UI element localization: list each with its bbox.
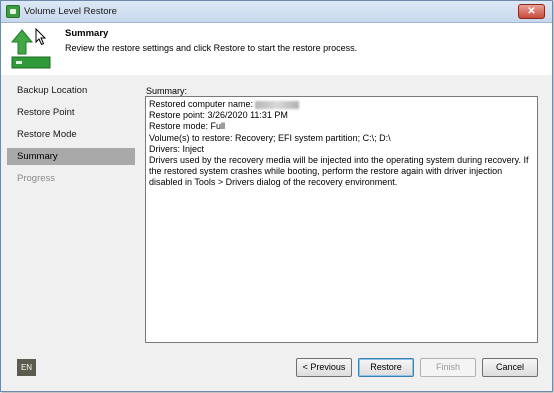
app-icon — [6, 5, 20, 18]
wizard-header: Summary Review the restore settings and … — [1, 23, 552, 75]
previous-button[interactable]: < Previous — [296, 358, 352, 377]
cancel-button[interactable]: Cancel — [482, 358, 538, 377]
close-button[interactable]: ✕ — [518, 4, 545, 19]
summary-line-drivers: Drivers: Inject — [149, 143, 205, 154]
summary-line-computer-name: Restored computer name: — [149, 99, 534, 110]
step-summary[interactable]: Summary — [7, 148, 135, 165]
redacted-computer-name — [255, 100, 300, 109]
page-description: Review the restore settings and click Re… — [65, 43, 358, 53]
window-title: Volume Level Restore — [24, 6, 117, 17]
step-restore-point[interactable]: Restore Point — [7, 104, 135, 121]
finish-button: Finish — [420, 358, 476, 377]
restore-up-arrow-icon — [10, 29, 51, 69]
summary-label: Summary: — [146, 86, 188, 96]
summary-line-restore-point: Restore point: 3/26/2020 11:31 PM — [149, 110, 288, 121]
step-backup-location[interactable]: Backup Location — [7, 82, 135, 99]
mouse-cursor-icon — [35, 28, 47, 46]
step-restore-mode[interactable]: Restore Mode — [7, 126, 135, 143]
restore-wizard-window: Volume Level Restore ✕ Summary Review th… — [0, 0, 553, 392]
step-progress: Progress — [17, 173, 56, 184]
language-indicator[interactable]: EN — [17, 359, 36, 376]
wizard-steps: Backup Location Restore Point Restore Mo… — [7, 82, 135, 192]
summary-line-restore-mode: Restore mode: Full — [149, 121, 226, 132]
summary-line-driver-note: Drivers used by the recovery media will … — [149, 155, 529, 188]
summary-line-volumes: Volume(s) to restore: Recovery; EFI syst… — [149, 132, 391, 143]
title-bar[interactable]: Volume Level Restore ✕ — [1, 1, 552, 23]
page-title: Summary — [65, 28, 109, 39]
restore-button[interactable]: Restore — [358, 358, 414, 377]
summary-textbox[interactable]: Restored computer name: Restore point: 3… — [145, 96, 538, 343]
